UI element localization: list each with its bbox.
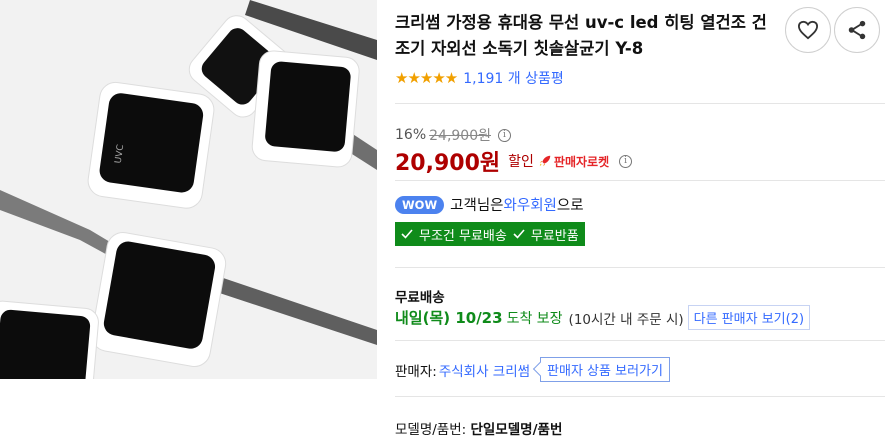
divider: [395, 103, 885, 104]
sale-price-row: 20,900원 할인 판매자로켓 i: [395, 145, 633, 177]
divider: [395, 340, 885, 341]
heart-icon: [797, 20, 819, 40]
model-label: 모델명/품번:: [395, 422, 467, 438]
share-icon: [848, 20, 866, 40]
seller-rocket-badge: 판매자로켓: [538, 153, 609, 170]
divider: [395, 267, 885, 268]
other-sellers-count: (2): [785, 312, 805, 327]
other-sellers-label: 다른 판매자 보기: [693, 312, 786, 327]
other-sellers-button[interactable]: 다른 판매자 보기(2): [687, 305, 811, 330]
check-icon: [401, 229, 413, 239]
wow-badge: WOW: [395, 195, 445, 214]
sale-price: 20,900원: [395, 151, 501, 176]
seller-name-link[interactable]: 주식회사 크리썸: [439, 360, 530, 380]
model-value: 단일모델명/품번: [470, 422, 563, 438]
star-rating: ★★★★★: [395, 69, 458, 87]
shipping-title: 무료배송: [395, 290, 445, 306]
rating-row: ★★★★★ 1,191 개 상품평: [395, 68, 564, 88]
rocket-icon: [539, 155, 551, 167]
arrival-guarantee: 도착 보장: [506, 310, 563, 327]
product-info-panel: 크리썸 가정용 휴대용 무선 uv-c led 히팅 열건조 건조기 자외선 소…: [393, 0, 893, 447]
product-title: 크리썸 가정용 휴대용 무선 uv-c led 히팅 열건조 건조기 자외선 소…: [395, 13, 767, 58]
shipping-row: 내일(목) 10/23 도착 보장 (10시간 내 주문 시) 다른 판매자 보…: [395, 305, 811, 330]
free-shipping-label: 무조건 무료배송: [419, 228, 507, 244]
original-price: 24,900원: [429, 128, 491, 144]
wow-prefix: 고객님은: [450, 198, 504, 214]
check-icon: [513, 229, 525, 239]
divider: [395, 180, 885, 181]
info-icon[interactable]: i: [498, 128, 511, 142]
wow-member-row: WOW 고객님은 와우회원 으로: [395, 194, 584, 215]
seller-row: 판매자: 주식회사 크리썸 판매자 상품 보러가기: [395, 357, 670, 382]
product-image[interactable]: UVC: [0, 0, 377, 379]
sale-tag: 할인: [508, 154, 534, 170]
wow-member-link[interactable]: 와우회원: [504, 194, 557, 215]
seller-label: 판매자:: [395, 363, 437, 380]
divider: [395, 396, 885, 397]
model-row: 모델명/품번: 단일모델명/품번: [395, 418, 562, 438]
free-return-label: 무료반품: [530, 228, 579, 244]
order-deadline-note: (10시간 내 주문 시): [568, 311, 684, 328]
seller-products-button[interactable]: 판매자 상품 보러가기: [540, 357, 670, 382]
wishlist-button[interactable]: [785, 7, 831, 53]
wow-suffix: 으로: [556, 198, 584, 214]
share-button[interactable]: [834, 7, 880, 53]
seller-rocket-label: 판매자로켓: [553, 154, 610, 169]
review-count-link[interactable]: 1,191 개 상품평: [463, 68, 564, 88]
discount-rate: 16%: [395, 127, 427, 143]
product-photo: UVC: [0, 0, 377, 379]
benefits-badge: 무조건 무료배송 무료반품: [395, 222, 585, 246]
info-icon[interactable]: i: [619, 154, 633, 168]
original-price-row: 16% 24,900원 i: [395, 125, 511, 145]
arrival-date: 내일(목) 10/23: [395, 309, 503, 327]
